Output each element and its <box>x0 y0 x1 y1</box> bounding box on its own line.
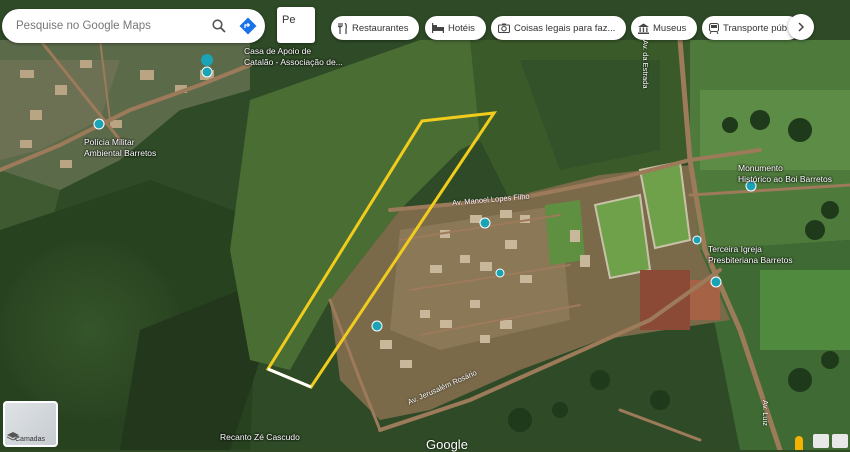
transit-icon <box>709 22 719 34</box>
chip-things-to-do[interactable]: Coisas legais para faz... <box>491 16 626 40</box>
search-input[interactable]: Pesquise no Google Maps <box>16 20 205 32</box>
poi-label[interactable]: Presbiteriana Barretos <box>708 255 793 265</box>
poi-label[interactable]: Monumento <box>738 163 783 173</box>
chevron-right-icon <box>798 22 805 32</box>
poi-marker[interactable] <box>93 118 105 130</box>
chip-museums[interactable]: Museus <box>631 16 697 40</box>
chip-label: Museus <box>653 22 687 34</box>
fork-knife-icon <box>338 22 347 34</box>
chip-label: Hotéis <box>448 22 475 34</box>
chip-label: Coisas legais para faz... <box>514 22 616 34</box>
place-label[interactable]: Casa de Apoio de <box>244 46 311 56</box>
pegman-icon[interactable] <box>795 436 803 450</box>
poi-label[interactable]: Terceira Igreja <box>708 244 762 254</box>
poi-marker[interactable] <box>692 235 702 245</box>
place-label[interactable]: Recanto Zé Cascudo <box>220 432 300 442</box>
museum-icon <box>638 23 649 34</box>
poi-marker[interactable] <box>371 320 383 332</box>
road-label: Av. Luiz <box>761 400 770 426</box>
place-label[interactable]: Catalão - Associação de... <box>244 57 343 67</box>
search-icon[interactable] <box>205 12 233 40</box>
poi-marker[interactable] <box>479 217 491 229</box>
camera-icon <box>498 23 510 33</box>
road-label: Av. da Estrada <box>641 40 650 89</box>
layer-toggle-button[interactable]: Pe <box>277 7 315 43</box>
chip-label: Restaurantes <box>352 22 409 34</box>
fullscreen-control[interactable] <box>832 434 848 448</box>
search-box[interactable]: Pesquise no Google Maps <box>2 9 265 43</box>
chip-restaurants[interactable]: Restaurantes <box>331 16 419 40</box>
map-controls <box>813 434 848 448</box>
layers-label: Camadas <box>15 436 45 443</box>
place-label[interactable]: Ambiental Barretos <box>84 148 156 158</box>
poi-label[interactable]: Histórico ao Boi Barretos <box>738 174 832 184</box>
directions-icon[interactable] <box>233 11 263 41</box>
chip-hotels[interactable]: Hotéis <box>425 16 486 40</box>
chip-transit[interactable]: Transporte púb <box>702 16 800 40</box>
bed-icon <box>432 23 444 33</box>
poi-marker[interactable] <box>710 276 722 288</box>
chip-label: Transporte púb <box>723 22 788 34</box>
layer-toggle-label: Pe <box>282 14 296 26</box>
satellite-map[interactable] <box>0 0 850 450</box>
place-label[interactable]: Polícia Militar <box>84 137 135 147</box>
chips-scroll-right-button[interactable] <box>788 14 814 40</box>
zoom-control[interactable] <box>813 434 829 448</box>
layers-button[interactable]: Camadas <box>3 401 58 447</box>
poi-marker[interactable] <box>495 268 505 278</box>
